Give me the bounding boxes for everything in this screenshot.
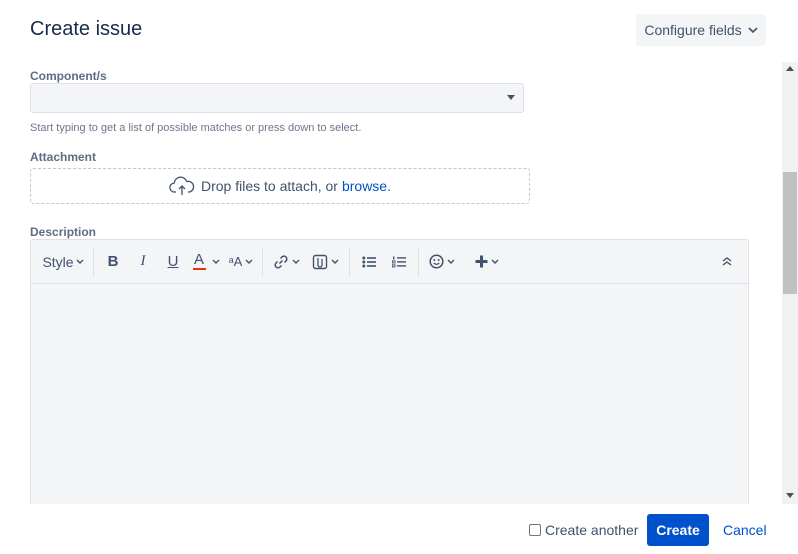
configure-fields-button[interactable]: Configure fields	[636, 14, 766, 46]
cancel-button[interactable]: Cancel	[723, 522, 767, 538]
chevron-down-icon	[292, 259, 299, 264]
dialog-footer: Create another Create Cancel	[0, 504, 798, 554]
chevron-down-icon	[331, 259, 338, 264]
bold-button[interactable]: B	[98, 247, 128, 277]
text-effects-button[interactable]: ᵃA	[224, 247, 258, 277]
plus-icon	[475, 255, 488, 268]
chevron-down-icon	[212, 259, 219, 264]
numbered-list-button[interactable]	[384, 247, 414, 277]
bullet-list-icon	[362, 256, 376, 267]
style-dropdown[interactable]: Style	[37, 247, 89, 277]
collapse-toolbar-button[interactable]	[712, 247, 742, 277]
editor-toolbar: Style B I U A ᵃA	[31, 240, 748, 284]
dialog-scrollbar[interactable]	[782, 62, 798, 504]
chevron-down-icon	[748, 27, 758, 33]
attachment-drop-text: Drop files to attach, or	[201, 178, 338, 194]
configure-fields-label: Configure fields	[644, 22, 742, 38]
create-another-checkbox[interactable]	[529, 524, 541, 536]
create-button[interactable]: Create	[647, 514, 709, 546]
attachment-label: Attachment	[30, 150, 97, 164]
create-another-label: Create another	[545, 522, 639, 538]
attachment-dropzone[interactable]: Drop files to attach, or browse.	[30, 168, 530, 204]
text-color-swatch	[192, 268, 206, 270]
description-textarea[interactable]	[31, 284, 748, 504]
dialog-content[interactable]: Component/s Start typing to get a list o…	[0, 62, 782, 504]
text-effects-glyph: ᵃA	[228, 254, 243, 269]
create-another-option[interactable]: Create another	[529, 522, 638, 538]
chevron-down-icon	[447, 259, 455, 264]
dialog-title: Create issue	[30, 18, 143, 40]
chevron-down-icon	[76, 259, 84, 264]
description-label: Description	[30, 225, 97, 239]
underline-button[interactable]: U	[158, 247, 188, 277]
toolbar-separator	[349, 246, 350, 277]
scrollbar-thumb[interactable]	[783, 172, 797, 294]
attachment-button[interactable]	[305, 247, 345, 277]
paperclip-icon	[312, 254, 327, 269]
link-icon	[273, 254, 288, 269]
chevron-down-icon	[245, 259, 253, 264]
component-label: Component/s	[30, 69, 107, 83]
bullet-list-button[interactable]	[354, 247, 384, 277]
scroll-down-arrow-icon[interactable]	[786, 493, 794, 498]
toolbar-separator	[93, 246, 94, 277]
toolbar-separator	[262, 246, 263, 277]
double-chevron-up-icon	[722, 257, 732, 266]
text-color-button[interactable]: A	[188, 247, 224, 277]
toolbar-separator	[418, 246, 419, 277]
cloud-upload-icon	[169, 176, 195, 195]
text-color-glyph: A	[193, 251, 204, 268]
description-editor: Style B I U A ᵃA	[30, 239, 749, 504]
browse-link[interactable]: browse.	[342, 178, 391, 194]
insert-more-button[interactable]	[467, 247, 507, 277]
caret-down-icon	[507, 95, 515, 100]
component-select[interactable]	[30, 83, 524, 113]
scroll-up-arrow-icon[interactable]	[786, 66, 794, 71]
chevron-down-icon	[491, 259, 499, 264]
link-button[interactable]	[267, 247, 305, 277]
style-dropdown-label: Style	[42, 253, 74, 270]
component-help-text: Start typing to get a list of possible m…	[30, 122, 362, 134]
italic-button[interactable]: I	[128, 247, 158, 277]
emoticon-button[interactable]	[423, 247, 461, 277]
smiley-icon	[429, 254, 444, 269]
numbered-list-icon	[392, 256, 406, 267]
